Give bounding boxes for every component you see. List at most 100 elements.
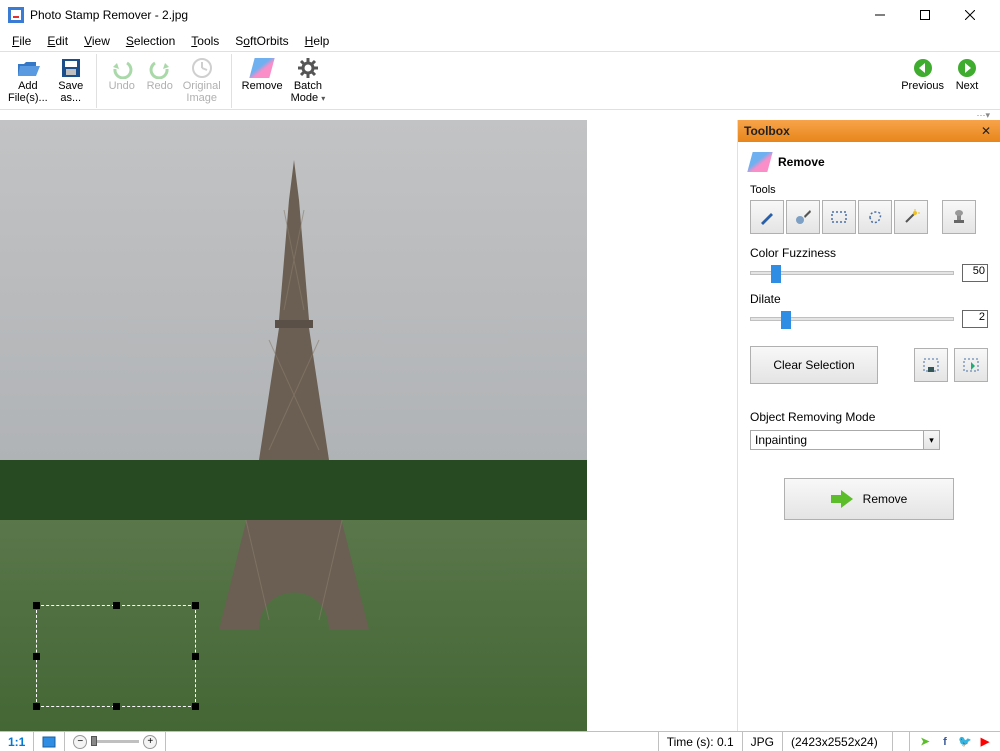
- eraser-icon: [747, 152, 772, 172]
- add-files-label: AddFile(s)...: [8, 80, 48, 104]
- minimize-button[interactable]: [857, 0, 902, 30]
- menu-view[interactable]: View: [76, 32, 118, 50]
- tool-brush-erase[interactable]: [786, 200, 820, 234]
- menu-tools[interactable]: Tools: [183, 32, 227, 50]
- zoom-11-button[interactable]: 1:1: [0, 732, 34, 751]
- eiffel-tower-illustration: [209, 160, 379, 640]
- status-bar: 1:1 − + Time (s): 0.1 JPG (2423x2552x24)…: [0, 731, 1000, 751]
- selection-handle-sw[interactable]: [33, 703, 40, 710]
- image-canvas[interactable]: [0, 120, 587, 731]
- remove-run-button[interactable]: Remove: [784, 478, 954, 520]
- menu-selection[interactable]: Selection: [118, 32, 183, 50]
- selection-handle-n[interactable]: [113, 602, 120, 609]
- youtube-icon[interactable]: ▶: [978, 735, 992, 749]
- selection-handle-se[interactable]: [192, 703, 199, 710]
- batch-mode-label: BatchMode ▾: [291, 80, 326, 105]
- toolbar: AddFile(s)... Saveas... Undo Redo Origin…: [0, 52, 1000, 110]
- dilate-value[interactable]: 2: [962, 310, 988, 328]
- next-icon: [955, 56, 979, 80]
- share-icon[interactable]: ➤: [918, 735, 932, 749]
- save-as-label: Saveas...: [58, 80, 83, 104]
- toolbox-close-icon[interactable]: ✕: [978, 124, 994, 138]
- prev-icon: [911, 56, 935, 80]
- tool-rect-select[interactable]: [822, 200, 856, 234]
- undo-icon: [110, 56, 134, 80]
- zoom-out-button[interactable]: −: [73, 735, 87, 749]
- previous-label: Previous: [901, 80, 944, 92]
- app-icon: [8, 7, 24, 23]
- color-fuzziness-slider[interactable]: [750, 271, 954, 275]
- remove-label: Remove: [242, 80, 283, 92]
- section-remove-label: Remove: [778, 155, 825, 169]
- toolbox-panel: Toolbox ✕ Remove Tools Color Fuzziness 5…: [737, 120, 1000, 731]
- toolbox-title: Toolbox: [744, 124, 978, 138]
- menu-edit[interactable]: Edit: [39, 32, 76, 50]
- toolbar-expand[interactable]: ⋯▾: [0, 110, 1000, 120]
- zoom-slider-group: − +: [65, 732, 166, 751]
- tool-magic-wand[interactable]: [894, 200, 928, 234]
- clock-icon: [190, 56, 214, 80]
- tool-marker[interactable]: [750, 200, 784, 234]
- dilate-label: Dilate: [750, 292, 988, 306]
- tools-group-label: Tools: [750, 184, 988, 196]
- chevron-down-icon[interactable]: ▾: [923, 431, 939, 449]
- eraser-icon: [250, 56, 274, 80]
- save-as-button[interactable]: Saveas...: [52, 54, 90, 106]
- menu-bar: File Edit View Selection Tools SoftOrbit…: [0, 30, 1000, 52]
- save-icon: [59, 56, 83, 80]
- gear-icon: [296, 56, 320, 80]
- zoom-slider[interactable]: [91, 740, 139, 743]
- next-button[interactable]: Next: [948, 54, 986, 94]
- treeline-illustration: [0, 460, 587, 520]
- facebook-icon[interactable]: f: [938, 735, 952, 749]
- selection-rectangle[interactable]: [36, 605, 196, 707]
- tools-row: [750, 200, 988, 234]
- undo-label: Undo: [109, 80, 135, 92]
- next-label: Next: [956, 80, 979, 92]
- mode-combo[interactable]: Inpainting ▾: [750, 430, 940, 450]
- save-selection-button[interactable]: [914, 348, 948, 382]
- load-selection-button[interactable]: [954, 348, 988, 382]
- tool-lasso[interactable]: [858, 200, 892, 234]
- arrow-right-icon: [831, 490, 853, 508]
- dilate-slider[interactable]: [750, 317, 954, 321]
- clear-selection-label: Clear Selection: [773, 358, 854, 372]
- menu-softorbits[interactable]: SoftOrbits: [227, 32, 296, 50]
- menu-help[interactable]: Help: [297, 32, 338, 50]
- object-removing-mode-label: Object Removing Mode: [750, 410, 988, 424]
- selection-handle-ne[interactable]: [192, 602, 199, 609]
- status-format: JPG: [743, 732, 783, 751]
- selection-handle-nw[interactable]: [33, 602, 40, 609]
- batch-mode-button[interactable]: BatchMode ▾: [287, 54, 330, 107]
- toolbox-header[interactable]: Toolbox ✕: [738, 120, 1000, 142]
- original-label: OriginalImage: [183, 80, 221, 104]
- previous-button[interactable]: Previous: [897, 54, 948, 94]
- remove-button[interactable]: Remove: [238, 54, 287, 94]
- redo-icon: [148, 56, 172, 80]
- original-image-button[interactable]: OriginalImage: [179, 54, 225, 106]
- add-files-button[interactable]: AddFile(s)...: [4, 54, 52, 106]
- remove-run-label: Remove: [863, 492, 908, 506]
- clear-selection-button[interactable]: Clear Selection: [750, 346, 878, 384]
- close-button[interactable]: [947, 0, 992, 30]
- maximize-button[interactable]: [902, 0, 947, 30]
- color-fuzziness-value[interactable]: 50: [962, 264, 988, 282]
- selection-handle-e[interactable]: [192, 653, 199, 660]
- selection-handle-w[interactable]: [33, 653, 40, 660]
- undo-button[interactable]: Undo: [103, 54, 141, 94]
- folder-open-icon: [16, 56, 40, 80]
- fit-screen-button[interactable]: [34, 732, 65, 751]
- mode-combo-value: Inpainting: [751, 431, 923, 449]
- redo-label: Redo: [147, 80, 173, 92]
- tool-stamp[interactable]: [942, 200, 976, 234]
- status-dimensions: (2423x2552x24): [783, 732, 893, 751]
- redo-button[interactable]: Redo: [141, 54, 179, 94]
- zoom-in-button[interactable]: +: [143, 735, 157, 749]
- status-time: Time (s): 0.1: [659, 732, 743, 751]
- color-fuzziness-label: Color Fuzziness: [750, 246, 988, 260]
- selection-handle-s[interactable]: [113, 703, 120, 710]
- titlebar: Photo Stamp Remover - 2.jpg: [0, 0, 1000, 30]
- menu-file[interactable]: File: [4, 32, 39, 50]
- twitter-icon[interactable]: 🐦: [958, 735, 972, 749]
- window-title: Photo Stamp Remover - 2.jpg: [30, 8, 857, 22]
